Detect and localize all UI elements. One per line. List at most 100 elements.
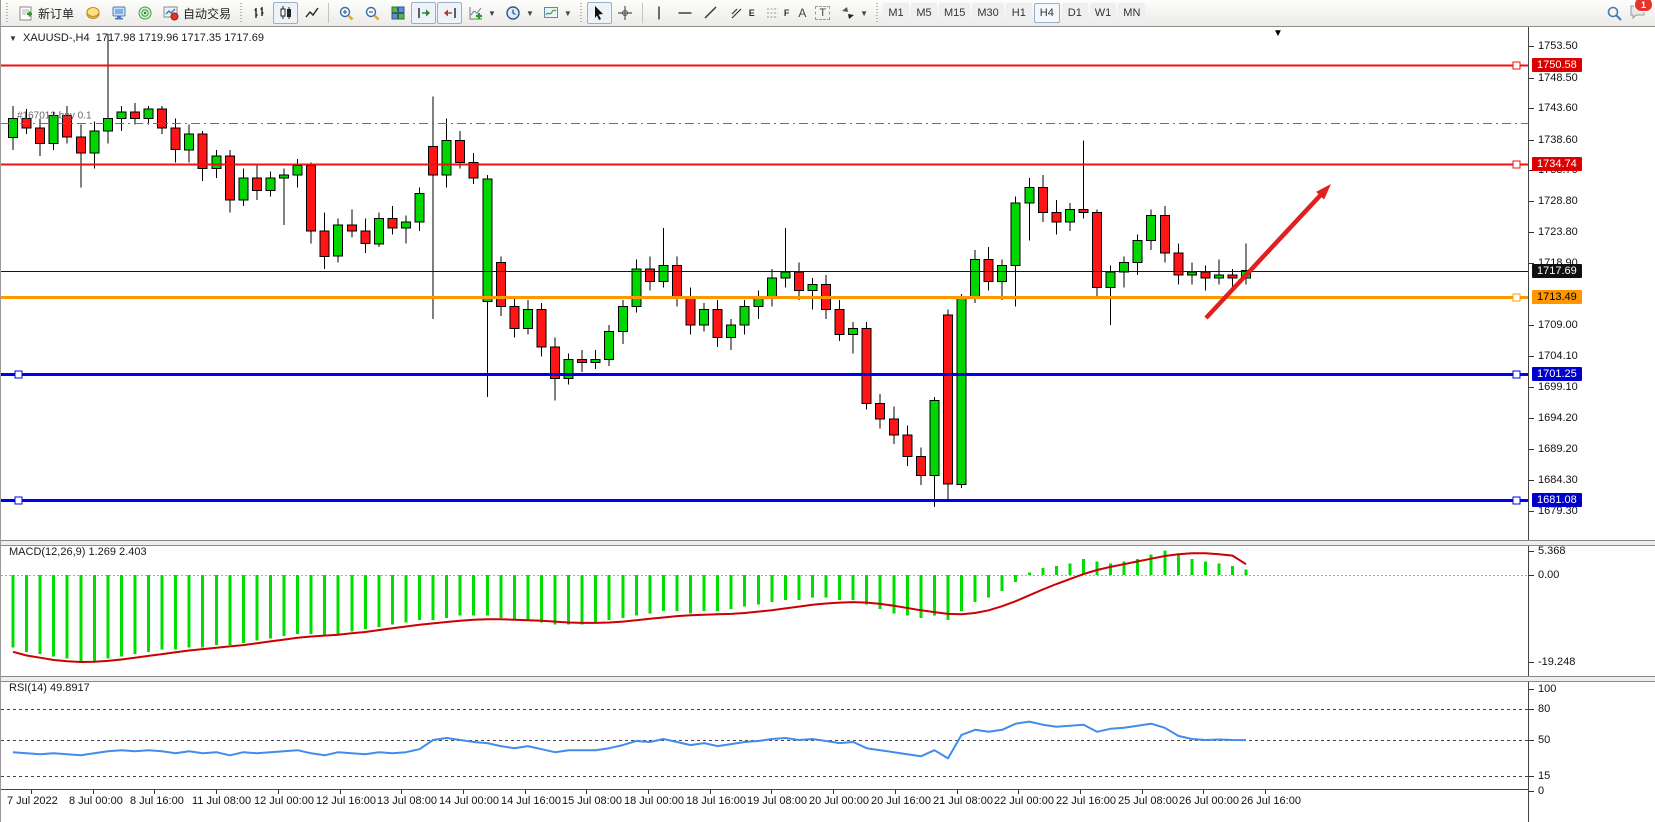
timeframe-m1-button[interactable]: M1 <box>883 3 909 23</box>
timeframe-m30-button[interactable]: M30 <box>972 3 1003 23</box>
price-axis[interactable]: 1753.501748.501743.601738.601733.701728.… <box>1528 27 1655 822</box>
tile-windows-button[interactable] <box>385 2 410 24</box>
price-tick-label: 1699.10 <box>1529 381 1578 393</box>
chart-shift-marker-icon[interactable]: ▼ <box>1273 28 1283 39</box>
gold-icon <box>84 5 101 22</box>
price-tick-label: 1723.80 <box>1529 226 1578 238</box>
timeframe-m15-button[interactable]: M15 <box>939 3 970 23</box>
signals-button[interactable] <box>132 2 157 24</box>
timeframe-mn-button[interactable]: MN <box>1118 3 1145 23</box>
price-tick-label: 1704.10 <box>1529 350 1578 362</box>
price-tick-label: 1743.60 <box>1529 102 1578 114</box>
periods-button[interactable]: ▼ <box>501 2 538 24</box>
zoom-in-icon <box>337 5 354 22</box>
time-axis-label: 18 Jul 00:00 <box>624 795 684 807</box>
expert-advisors-button[interactable] <box>106 2 131 24</box>
arrows-tool-button[interactable]: ▼ <box>835 2 872 24</box>
price-tick-label: 1709.00 <box>1529 319 1578 331</box>
chart-shift-button[interactable] <box>437 2 462 24</box>
notification-count-badge: 1 <box>1634 0 1653 12</box>
time-axis-label: 8 Jul 00:00 <box>69 795 123 807</box>
bar-chart-mode-button[interactable] <box>247 2 272 24</box>
templates-button[interactable]: ▼ <box>539 2 576 24</box>
macd-pane-canvas[interactable] <box>1 545 1528 676</box>
crosshair-tool-button[interactable] <box>613 2 638 24</box>
toolbar-drag-handle[interactable] <box>5 3 10 23</box>
horizontal-line-icon <box>677 5 694 22</box>
rsi-indicator-label: RSI(14) 49.8917 <box>9 682 90 694</box>
time-axis[interactable]: 7 Jul 20228 Jul 00:008 Jul 16:0011 Jul 0… <box>1 789 1528 822</box>
time-axis-label: 18 Jul 16:00 <box>686 795 746 807</box>
rsi-pane-canvas[interactable] <box>1 681 1528 789</box>
text-tool-button[interactable]: A <box>794 2 810 24</box>
price-level-badge: 1681.08 <box>1532 493 1582 507</box>
zoom-out-icon <box>363 5 380 22</box>
time-axis-label: 11 Jul 08:00 <box>192 795 251 807</box>
pane-splitter[interactable] <box>1 540 1655 546</box>
rsi-axis-label: 100 <box>1529 683 1556 695</box>
auto-trading-button[interactable]: 自动交易 <box>158 2 236 24</box>
text-label-tool-button[interactable]: T <box>811 2 834 24</box>
equidistant-channel-tool-button[interactable]: E <box>725 2 759 24</box>
zoom-in-button[interactable] <box>333 2 358 24</box>
timeframe-h1-button[interactable]: H1 <box>1006 3 1032 23</box>
time-axis-label: 14 Jul 00:00 <box>439 795 499 807</box>
rsi-axis-label: 50 <box>1529 734 1550 746</box>
time-axis-label: 20 Jul 00:00 <box>809 795 869 807</box>
indicators-button[interactable]: ▼ <box>463 2 500 24</box>
price-level-badge: 1734.74 <box>1532 157 1582 171</box>
timeframe-h4-button[interactable]: H4 <box>1034 3 1060 23</box>
signals-radar-icon <box>136 5 153 22</box>
auto-scroll-button[interactable] <box>411 2 436 24</box>
indicators-icon <box>467 5 484 22</box>
zoom-out-button[interactable] <box>359 2 384 24</box>
toolbar-right-group: 1 <box>1606 3 1654 23</box>
price-chart-canvas[interactable]: #167013 buy 0.1 <box>1 27 1528 540</box>
time-axis-label: 15 Jul 08:00 <box>562 795 622 807</box>
price-tick-label: 1738.60 <box>1529 134 1578 146</box>
market-watch-button[interactable] <box>80 2 105 24</box>
line-chart-icon <box>303 5 320 22</box>
symbol-period-label: XAUUSD-,H4 <box>23 32 90 44</box>
price-tick-label: 1684.30 <box>1529 474 1578 486</box>
macd-axis-label: 0.00 <box>1529 569 1559 581</box>
svg-text:#167013 buy 0.1: #167013 buy 0.1 <box>17 111 92 122</box>
time-axis-label: 26 Jul 16:00 <box>1241 795 1301 807</box>
timeframe-group: M1 M5 M15 M30 H1 H4 D1 W1 MN <box>883 3 1145 23</box>
expert-advisor-icon <box>110 5 127 22</box>
time-axis-label: 13 Jul 08:00 <box>377 795 437 807</box>
new-order-button[interactable]: 新订单 <box>13 2 79 24</box>
dropdown-caret: ▼ <box>488 9 496 18</box>
dropdown-caret: ▼ <box>564 9 572 18</box>
trendline-tool-button[interactable] <box>699 2 724 24</box>
template-icon <box>543 5 560 22</box>
tile-windows-icon <box>389 5 406 22</box>
trading-platform-window: 新订单 自动交易 <box>0 0 1655 822</box>
crosshair-icon <box>617 5 634 22</box>
candlestick-chart-icon <box>277 5 294 22</box>
time-axis-label: 22 Jul 16:00 <box>1056 795 1116 807</box>
rsi-axis-label: 15 <box>1529 770 1550 782</box>
pane-splitter[interactable] <box>1 676 1655 682</box>
toolbar-drag-handle[interactable] <box>875 3 880 23</box>
timeframe-w1-button[interactable]: W1 <box>1090 3 1117 23</box>
price-tick-label: 1694.20 <box>1529 412 1578 424</box>
fibonacci-tool-button[interactable]: F <box>760 2 794 24</box>
time-axis-label: 20 Jul 16:00 <box>871 795 931 807</box>
timeframe-d1-button[interactable]: D1 <box>1062 3 1088 23</box>
vertical-line-tool-button[interactable] <box>647 2 672 24</box>
horizontal-line-tool-button[interactable] <box>673 2 698 24</box>
time-axis-label: 21 Jul 08:00 <box>933 795 993 807</box>
fibonacci-letter: F <box>784 8 790 18</box>
search-icon[interactable] <box>1606 5 1623 22</box>
candlestick-mode-button[interactable] <box>273 2 298 24</box>
line-chart-mode-button[interactable] <box>299 2 324 24</box>
toolbar-drag-handle[interactable] <box>239 3 244 23</box>
collapse-caret-icon[interactable]: ▼ <box>9 34 17 43</box>
cursor-tool-button[interactable] <box>587 2 612 24</box>
toolbar-drag-handle[interactable] <box>579 3 584 23</box>
time-axis-label: 26 Jul 00:00 <box>1179 795 1239 807</box>
time-axis-label: 12 Jul 00:00 <box>254 795 314 807</box>
timeframe-m5-button[interactable]: M5 <box>911 3 937 23</box>
notifications-button[interactable]: 1 <box>1629 3 1646 23</box>
